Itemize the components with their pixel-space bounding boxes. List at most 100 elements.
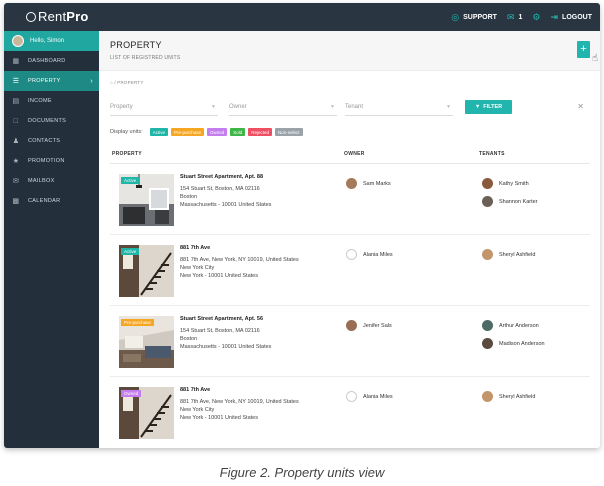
owner[interactable]: Alania Miles — [346, 391, 393, 402]
gear-icon: ⚙ — [532, 11, 541, 22]
column-header-property[interactable]: PROPERTY — [112, 151, 142, 157]
owner[interactable]: Alania Miles — [346, 249, 393, 260]
table-row[interactable]: Owned 881 7th Ave 881 7th Ave, New York,… — [110, 378, 590, 448]
logout-button[interactable]: ⇥ LOGOUT — [551, 12, 593, 23]
property-title[interactable]: Stuart Street Apartment, Apt. 56 — [180, 316, 340, 322]
property-icon: ☰ — [12, 78, 20, 85]
sidebar-item-calendar[interactable]: ▩ CALENDAR — [4, 191, 99, 211]
sidebar-item-documents[interactable]: □ DOCUMENTS — [4, 111, 99, 131]
headset-icon: ◎ — [451, 11, 460, 22]
property-photo[interactable]: Active — [119, 245, 174, 297]
avatar — [482, 249, 493, 260]
avatar — [482, 391, 493, 402]
mail-button[interactable]: ✉ 1 — [507, 12, 522, 23]
column-header-tenants[interactable]: TENANTS — [479, 151, 505, 157]
badge-active[interactable]: Active — [149, 128, 168, 136]
sidebar-item-label: INCOME — [28, 98, 52, 104]
avatar — [482, 338, 493, 349]
property-title[interactable]: 881 7th Ave — [180, 387, 340, 393]
cursor-hand-icon: ☝ — [591, 53, 598, 64]
table-row[interactable]: Active Stuart Street Apartment, Apt. 88 … — [110, 165, 590, 235]
close-icon[interactable]: ✕ — [577, 102, 584, 111]
top-bar: RentPro ◎ SUPPORT ✉ 1 ⚙ ⇥ LOGOUT — [4, 3, 600, 31]
property-region: Massachusetts - 10001 United States — [180, 202, 272, 208]
logout-label: LOGOUT — [562, 13, 592, 21]
filter-button[interactable]: ▼ FILTER — [465, 100, 512, 114]
tenant-name: Shannon Karter — [499, 198, 538, 205]
sidebar-item-label: CALENDAR — [28, 198, 61, 204]
table-header: PROPERTY OWNER TENANTS — [110, 148, 590, 164]
mailbox-icon: ✉ — [12, 178, 20, 185]
sidebar-item-promotion[interactable]: ★ PROMOTION — [4, 151, 99, 171]
logout-icon: ⇥ — [550, 11, 559, 22]
logo-text-thin: Rent — [38, 9, 67, 24]
page-title: PROPERTY — [110, 40, 162, 50]
filter-bar: Property ▼ Owner ▼ Tenant ▼ ▼ FILTER ✕ — [110, 100, 590, 118]
table-row[interactable]: Pre-purchase Stuart Street Apartment, Ap… — [110, 307, 590, 377]
sidebar-item-property[interactable]: ☰ PROPERTY › — [4, 71, 99, 91]
property-city: Boston — [180, 194, 198, 200]
logo-text-bold: Pro — [66, 9, 89, 24]
avatar — [346, 320, 357, 331]
owner-name: Sam Marks — [363, 180, 391, 187]
sidebar-item-income[interactable]: ▤ INCOME — [4, 91, 99, 111]
breadcrumb-current: PROPERTY — [117, 80, 144, 85]
property-photo[interactable]: Pre-purchase — [119, 316, 174, 368]
property-photo[interactable]: Active — [119, 174, 174, 226]
property-select[interactable]: Property ▼ — [110, 100, 218, 116]
documents-icon: □ — [13, 117, 19, 125]
tenant[interactable]: Sheryl Ashfield — [482, 249, 535, 260]
badge-pre-purchase[interactable]: Pre-purchase — [170, 128, 204, 136]
sidebar-item-mailbox[interactable]: ✉ MAILBOX — [4, 171, 99, 191]
property-address: 154 Stuart St, Boston, MA 02116 — [180, 186, 260, 192]
sidebar-item-contacts[interactable]: ♟ CONTACTS — [4, 131, 99, 151]
badge-rejected[interactable]: Rejected — [248, 128, 273, 136]
mail-icon: ✉ — [506, 11, 515, 22]
status-badge: Active — [121, 248, 140, 255]
property-address: 154 Stuart St, Boston, MA 02116 — [180, 328, 260, 334]
property-title[interactable]: Stuart Street Apartment, Apt. 88 — [180, 174, 340, 180]
chevron-down-icon: ▼ — [330, 104, 335, 110]
breadcrumb: ⌂ / PROPERTY — [110, 80, 144, 85]
owner[interactable]: Sam Marks — [346, 178, 391, 189]
owner-select[interactable]: Owner ▼ — [229, 100, 337, 116]
settings-button[interactable]: ⚙ — [532, 12, 540, 23]
property-city: New York City — [180, 407, 215, 413]
tenant-select-placeholder: Tenant — [345, 104, 364, 110]
table-row[interactable]: Active 881 7th Ave 881 7th Ave, New York… — [110, 236, 590, 306]
column-header-owner[interactable]: OWNER — [344, 151, 365, 157]
tenant[interactable]: Shannon Karter — [482, 196, 538, 207]
tenant-select[interactable]: Tenant ▼ — [345, 100, 453, 116]
property-region: Massachusetts - 10001 United States — [180, 344, 272, 350]
tenant[interactable]: Kathy Smith — [482, 178, 529, 189]
badge-non-select[interactable]: Non-select — [275, 128, 303, 136]
user-greeting[interactable]: Hello, Simon — [4, 31, 99, 51]
sidebar-item-label: MAILBOX — [28, 178, 55, 184]
avatar-placeholder — [346, 249, 357, 260]
tenant[interactable]: Arthur Anderson — [482, 320, 539, 331]
calendar-icon: ▩ — [12, 198, 20, 205]
promotion-icon: ★ — [12, 158, 20, 165]
property-city: New York City — [180, 265, 215, 271]
support-label: SUPPORT — [463, 13, 497, 21]
property-photo[interactable]: Owned — [119, 387, 174, 439]
add-unit-button[interactable]: + — [577, 41, 590, 58]
badge-owned[interactable]: Owned — [207, 128, 228, 136]
home-icon[interactable]: ⌂ — [110, 80, 113, 85]
avatar-placeholder — [346, 391, 357, 402]
logo[interactable]: RentPro — [26, 9, 89, 24]
status-badge: Active — [121, 177, 140, 184]
support-link[interactable]: ◎ SUPPORT — [451, 12, 497, 23]
tenant[interactable]: Madison Anderson — [482, 338, 545, 349]
owner[interactable]: Jenifer Sals — [346, 320, 392, 331]
page-subtitle: LIST OF REGISTRED UNITS — [110, 55, 181, 61]
sidebar-item-dashboard[interactable]: ▦ DASHBOARD — [4, 51, 99, 71]
tenant[interactable]: Sheryl Ashfield — [482, 391, 535, 402]
property-title[interactable]: 881 7th Ave — [180, 245, 340, 251]
sidebar: Hello, Simon ▦ DASHBOARD ☰ PROPERTY › ▤ INCO… — [4, 31, 99, 448]
sidebar-item-label: DASHBOARD — [28, 58, 66, 64]
badge-sold[interactable]: Sold — [230, 128, 246, 136]
tenant-name: Arthur Anderson — [499, 322, 539, 329]
contacts-icon: ♟ — [12, 138, 20, 145]
main-content: PROPERTY LIST OF REGISTRED UNITS + ☝ ⌂ /… — [99, 31, 600, 448]
